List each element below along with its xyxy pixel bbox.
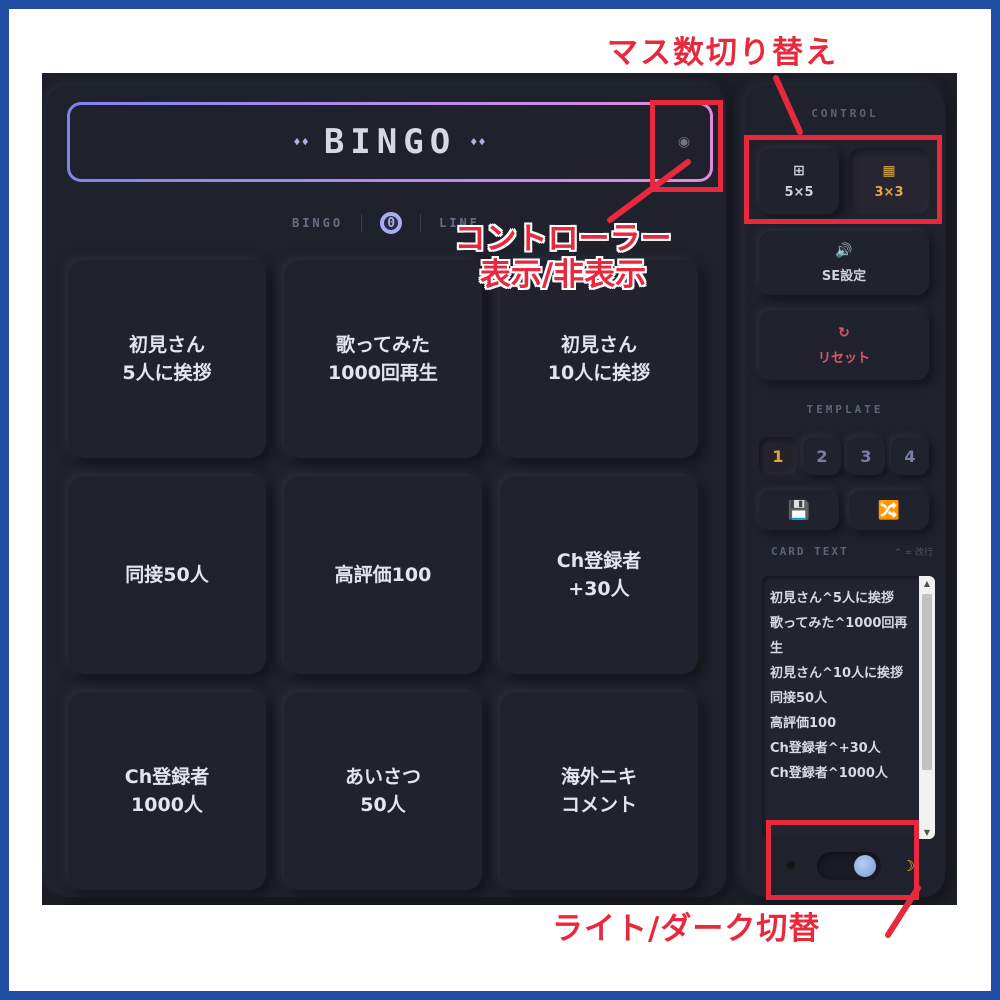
reset-label: リセット bbox=[817, 350, 870, 366]
speaker-icon: 🔊 bbox=[835, 242, 853, 259]
shuffle-button[interactable]: 🔀 bbox=[849, 490, 929, 530]
bingo-grid: 初見さん 5人に挨拶 歌ってみた 1000回再生 初見さん 10人に挨拶 同接5… bbox=[68, 260, 698, 890]
grid-switch-highlight bbox=[744, 135, 942, 224]
template-4-button[interactable]: 4 bbox=[891, 437, 929, 475]
controller-toggle-annotation-line1: コントローラー bbox=[454, 221, 672, 257]
scroll-thumb[interactable] bbox=[922, 594, 932, 770]
template-section-label: TEMPLATE bbox=[806, 403, 884, 416]
bingo-cell[interactable]: 同接50人 bbox=[68, 476, 266, 674]
bingo-cell[interactable]: Ch登録者 +30人 bbox=[500, 476, 698, 674]
se-settings-button[interactable]: 🔊 SE設定 bbox=[759, 231, 929, 295]
bingo-board-panel: ♦♦ BINGO ♦♦ ◉ BINGO 0 LINE 初見さん 5人に挨拶 歌っ… bbox=[46, 85, 726, 897]
template-3-button[interactable]: 3 bbox=[847, 437, 885, 475]
bingo-count: 0 bbox=[380, 212, 403, 234]
card-text-value[interactable]: 初見さん^5人に挨拶 歌ってみた^1000回再生 初見さん^10人に挨拶 同接5… bbox=[770, 586, 915, 786]
template-1-button[interactable]: 1 bbox=[759, 437, 797, 475]
theme-switch-annotation: ライト/ダーク切替 bbox=[552, 911, 821, 947]
bingo-cell[interactable]: 海外ニキ コメント bbox=[500, 692, 698, 890]
controller-toggle-annotation: コントローラー 表示/非表示 bbox=[432, 221, 694, 293]
card-text-hint: ^ = 改行 bbox=[894, 548, 933, 558]
grid-switch-annotation: マス数切り替え bbox=[607, 35, 838, 71]
template-2-button[interactable]: 2 bbox=[803, 437, 841, 475]
save-template-button[interactable]: 💾 bbox=[759, 490, 839, 530]
se-settings-label: SE設定 bbox=[821, 268, 867, 284]
theme-switch-highlight bbox=[766, 820, 919, 900]
card-text-label: CARD TEXT bbox=[771, 545, 849, 558]
scroll-down-icon[interactable]: ▼ bbox=[919, 825, 935, 839]
scroll-up-icon[interactable]: ▲ bbox=[919, 576, 935, 590]
shuffle-icon: 🔀 bbox=[877, 499, 901, 521]
reset-button[interactable]: ↻ リセット bbox=[759, 310, 929, 380]
card-text-input[interactable]: 初見さん^5人に挨拶 歌ってみた^1000回再生 初見さん^10人に挨拶 同接5… bbox=[762, 576, 935, 839]
title-diamond-right-icon: ♦♦ bbox=[470, 135, 487, 149]
status-divider bbox=[420, 214, 422, 232]
controller-toggle-annotation-line2: 表示/非表示 bbox=[479, 256, 647, 293]
bingo-title-bar: ♦♦ BINGO ♦♦ ◉ bbox=[67, 102, 713, 182]
status-bingo-label: BINGO bbox=[291, 216, 344, 230]
title-diamond-left-icon: ♦♦ bbox=[293, 135, 310, 149]
save-icon: 💾 bbox=[787, 499, 811, 521]
status-divider bbox=[361, 214, 363, 232]
card-text-scrollbar[interactable]: ▲ ▼ bbox=[919, 576, 935, 839]
bingo-cell[interactable]: 初見さん 5人に挨拶 bbox=[68, 260, 266, 458]
controller-toggle-highlight bbox=[650, 100, 723, 192]
bingo-cell[interactable]: 高評価100 bbox=[284, 476, 482, 674]
bingo-cell[interactable]: あいさつ 50人 bbox=[284, 692, 482, 890]
card-text-header: CARD TEXT ^ = 改行 bbox=[771, 545, 941, 558]
bingo-cell[interactable]: Ch登録者 1000人 bbox=[68, 692, 266, 890]
control-section-label: CONTROL bbox=[811, 107, 879, 120]
bingo-title: BINGO bbox=[323, 122, 457, 162]
reset-icon: ↻ bbox=[838, 324, 850, 341]
